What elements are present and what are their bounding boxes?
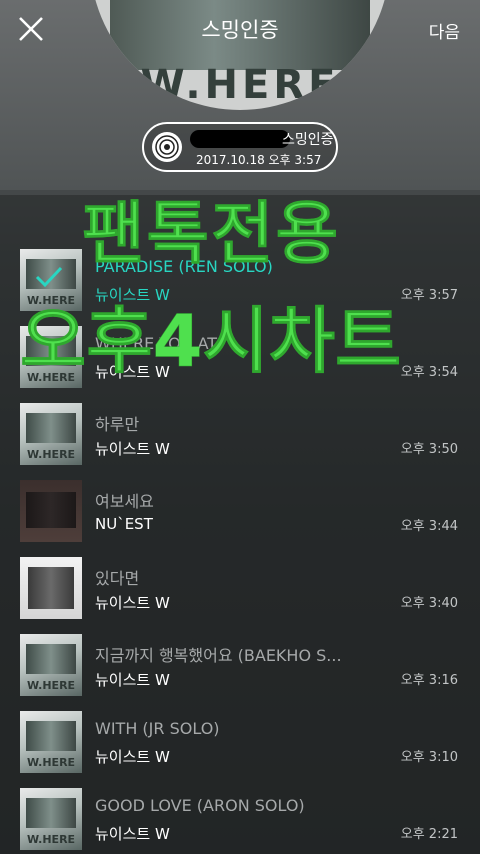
page-title: 스밍인증 — [201, 18, 279, 42]
album-thumbnail — [20, 557, 82, 619]
thumbnail-photo — [28, 567, 74, 609]
song-artist: 뉴이스트 W — [95, 748, 170, 766]
song-artist: 뉴이스트 W — [95, 440, 170, 458]
song-time: 오후 3:16 — [400, 673, 458, 688]
thumbnail-photo — [26, 413, 76, 443]
thumbnail-photo — [26, 492, 76, 528]
song-row[interactable]: W.HERE 하루만뉴이스트 W 오후 3:50 — [0, 395, 480, 472]
song-row[interactable]: W.HERE 지금까지 행복했어요 (BAEKHO S... 뉴이스트 W 오후 3:… — [0, 626, 480, 703]
song-time: 오후 3:40 — [400, 596, 458, 611]
song-artist: 뉴이스트 W — [95, 594, 170, 612]
album-art-letters: W.HERE — [140, 62, 340, 108]
overlay-text-line2: 오후4시차트 — [20, 299, 402, 384]
song-title: 지금까지 행복했어요 (BAEKHO S... — [95, 646, 342, 665]
song-time: 오후 3:57 — [400, 288, 458, 303]
song-time: 오후 3:54 — [400, 365, 458, 380]
album-thumbnail: W.HERE — [20, 788, 82, 850]
song-title: WITH (JR SOLO) — [95, 719, 220, 738]
album-thumbnail: W.HERE — [20, 634, 82, 696]
song-artist: 뉴이스트 W — [95, 671, 170, 689]
song-time: 오후 3:10 — [400, 750, 458, 765]
badge-date: 2017.10.18 오후 3:57 — [196, 153, 322, 167]
song-time: 오후 2:21 — [400, 827, 458, 842]
album-thumbnail: W.HERE — [20, 711, 82, 773]
badge-title: 스밍인증 — [282, 132, 334, 148]
thumbnail-photo — [26, 644, 76, 674]
song-title: 있다면 — [95, 569, 140, 588]
song-artist: NU`EST — [95, 515, 153, 533]
song-artist: 뉴이스트 W — [95, 825, 170, 843]
song-title: 하루만 — [95, 415, 140, 434]
thumbnail-label: W.HERE — [26, 448, 76, 461]
song-time: 오후 3:50 — [400, 442, 458, 457]
streaming-badge: 스밍인증 2017.10.18 오후 3:57 — [142, 122, 338, 172]
redaction-bar — [190, 130, 290, 148]
thumbnail-photo — [26, 721, 76, 751]
next-button[interactable]: 다음 — [429, 18, 460, 43]
song-row[interactable]: W.HERE WITH (JR SOLO) 뉴이스트 W 오후 3:10 — [0, 703, 480, 780]
song-row[interactable]: 있다면뉴이스트 W 오후 3:40 — [0, 549, 480, 626]
song-title: 여보세요 — [95, 492, 154, 511]
thumbnail-label: W.HERE — [26, 679, 76, 692]
song-time: 오후 3:44 — [400, 519, 458, 534]
overlay-text-line1: 팬톡전용 — [82, 195, 341, 275]
album-thumbnail — [20, 480, 82, 542]
disc-icon — [152, 132, 182, 162]
thumbnail-photo — [26, 798, 76, 828]
song-title: GOOD LOVE (ARON SOLO) — [95, 796, 305, 815]
header: W.HERE 스밍인증 다음 스밍인증 2017.10.18 오후 3:57 — [0, 0, 480, 190]
thumbnail-label: W.HERE — [26, 833, 76, 846]
song-row[interactable]: W.HERE GOOD LOVE (ARON SOLO) 뉴이스트 W 오후 2:21 — [0, 780, 480, 854]
album-thumbnail: W.HERE — [20, 403, 82, 465]
thumbnail-label: W.HERE — [26, 756, 76, 769]
song-row[interactable]: 여보세요 NU`EST 오후 3:44 — [0, 472, 480, 549]
